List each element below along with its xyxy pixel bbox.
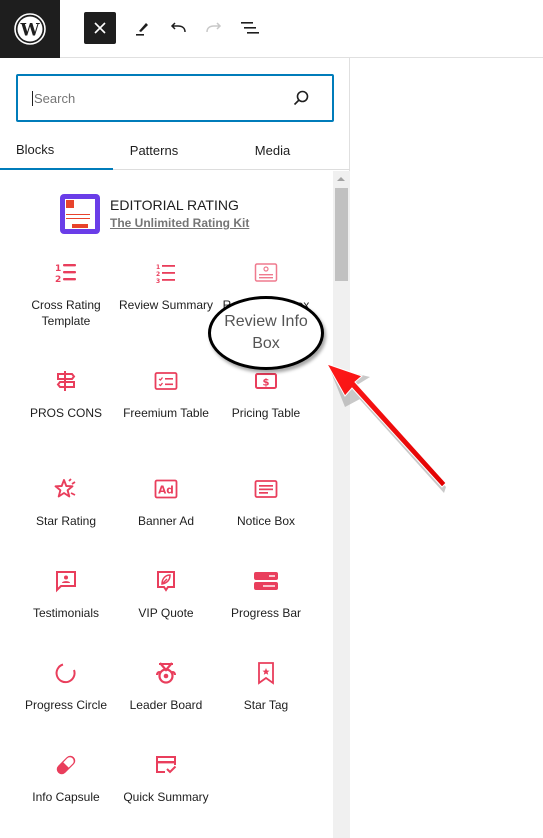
list-view-icon <box>241 22 259 34</box>
scroll-thumb[interactable] <box>335 188 348 281</box>
scrollbar[interactable] <box>333 171 350 838</box>
redo-button[interactable] <box>198 12 230 44</box>
plugin-header: EDITORIAL RATING The Unlimited Rating Ki… <box>60 194 249 234</box>
block-vip-quote[interactable]: VIP Quote <box>116 569 216 621</box>
block-label: Quick Summary <box>123 790 209 804</box>
close-inserter-button[interactable] <box>84 12 116 44</box>
block-review-summary[interactable]: 123 Review Summary <box>116 261 216 313</box>
info-box-icon <box>254 263 278 282</box>
tab-patterns[interactable]: Patterns <box>113 130 195 170</box>
card-check-icon <box>156 756 177 774</box>
block-label: VIP Quote <box>138 606 194 620</box>
signpost-icon <box>56 371 76 391</box>
editorial-rating-logo <box>60 194 100 234</box>
block-label: Star Rating <box>35 514 97 528</box>
capsule-icon <box>56 755 76 775</box>
block-label: Info Capsule <box>32 790 100 804</box>
block-star-tag[interactable]: Star Tag <box>216 661 316 713</box>
redo-icon <box>206 22 222 33</box>
svg-text:1: 1 <box>156 264 160 271</box>
block-label: Star Tag <box>243 698 289 712</box>
block-label: Freemium Table <box>123 406 209 420</box>
undo-icon <box>170 22 186 33</box>
block-cross-rating-template[interactable]: 12 Cross Rating Template <box>16 261 116 329</box>
block-pros-cons[interactable]: PROS CONS <box>16 369 116 421</box>
block-label: PROS CONS <box>29 406 102 420</box>
search-field[interactable] <box>16 74 334 122</box>
block-label: Progress Bar <box>230 606 302 620</box>
svg-text:Ad: Ad <box>158 485 174 497</box>
bookmark-star-icon <box>258 662 274 685</box>
plugin-title: EDITORIAL RATING <box>110 197 239 213</box>
editor-toolbar: W <box>0 0 543 58</box>
medal-icon <box>156 662 176 684</box>
block-label: Testimonials <box>32 606 100 620</box>
block-label: Leader Board <box>129 698 203 712</box>
progress-bar-icon <box>254 572 278 590</box>
annotation-callout: Review Info Box <box>208 296 324 370</box>
close-icon <box>94 22 106 34</box>
undo-button[interactable] <box>162 12 194 44</box>
progress-circle-icon <box>55 663 76 684</box>
block-notice-box[interactable]: Notice Box <box>216 477 316 529</box>
checklist-table-icon <box>154 372 178 390</box>
annotation-line-2: Box <box>252 335 280 352</box>
annotation-line-1: Review Info <box>224 313 308 330</box>
tools-button[interactable] <box>126 12 158 44</box>
search-icon[interactable] <box>292 89 310 107</box>
block-label: Banner Ad <box>137 514 195 528</box>
block-pricing-table[interactable]: $ Pricing Table <box>216 369 316 421</box>
block-progress-bar[interactable]: Progress Bar <box>216 569 316 621</box>
dollar-icon: $ <box>255 373 277 389</box>
svg-text:3: 3 <box>156 278 160 285</box>
block-label: Progress Circle <box>24 698 108 712</box>
wordpress-icon: W <box>14 13 46 45</box>
block-info-capsule[interactable]: Info Capsule <box>16 753 116 805</box>
numbered-list-icon: 12 <box>55 264 76 285</box>
ordered-list-icon: 123 <box>156 264 175 285</box>
search-input[interactable] <box>32 90 282 106</box>
inserter-tabs: Blocks Patterns Media <box>0 130 350 170</box>
block-label: Cross Rating Template <box>31 298 101 328</box>
block-progress-circle[interactable]: Progress Circle <box>16 661 116 713</box>
pencil-icon <box>136 23 148 36</box>
svg-text:2: 2 <box>55 275 61 285</box>
block-label: Notice Box <box>236 514 296 528</box>
svg-text:1: 1 <box>55 264 61 274</box>
block-testimonials[interactable]: Testimonials <box>16 569 116 621</box>
block-quick-summary[interactable]: Quick Summary <box>116 753 216 805</box>
svg-text:$: $ <box>263 378 270 389</box>
block-leader-board[interactable]: Leader Board <box>116 661 216 713</box>
svg-text:2: 2 <box>156 271 160 278</box>
ad-icon: Ad <box>154 479 178 499</box>
testimonial-icon <box>56 571 76 593</box>
wordpress-logo-button[interactable]: W <box>0 0 60 58</box>
plugin-subtitle-link[interactable]: The Unlimited Rating Kit <box>110 214 249 232</box>
tab-media[interactable]: Media <box>195 130 350 170</box>
quote-icon <box>157 571 175 592</box>
block-label: Pricing Table <box>231 406 301 420</box>
block-star-rating[interactable]: Star Rating <box>16 477 116 529</box>
block-list-scroll-area: EDITORIAL RATING The Unlimited Rating Ki… <box>0 171 350 838</box>
block-freemium-table[interactable]: Freemium Table <box>116 369 216 421</box>
tab-blocks[interactable]: Blocks <box>0 130 113 170</box>
scroll-up-arrow[interactable] <box>337 177 345 181</box>
notice-icon <box>254 480 278 498</box>
block-inserter-panel: Blocks Patterns Media EDITORIAL RATING T… <box>0 58 350 838</box>
block-banner-ad[interactable]: Ad Banner Ad <box>116 477 216 529</box>
block-label: Review Summary <box>118 298 214 312</box>
star-icon <box>54 478 76 498</box>
document-overview-button[interactable] <box>234 12 266 44</box>
svg-text:W: W <box>19 21 40 41</box>
